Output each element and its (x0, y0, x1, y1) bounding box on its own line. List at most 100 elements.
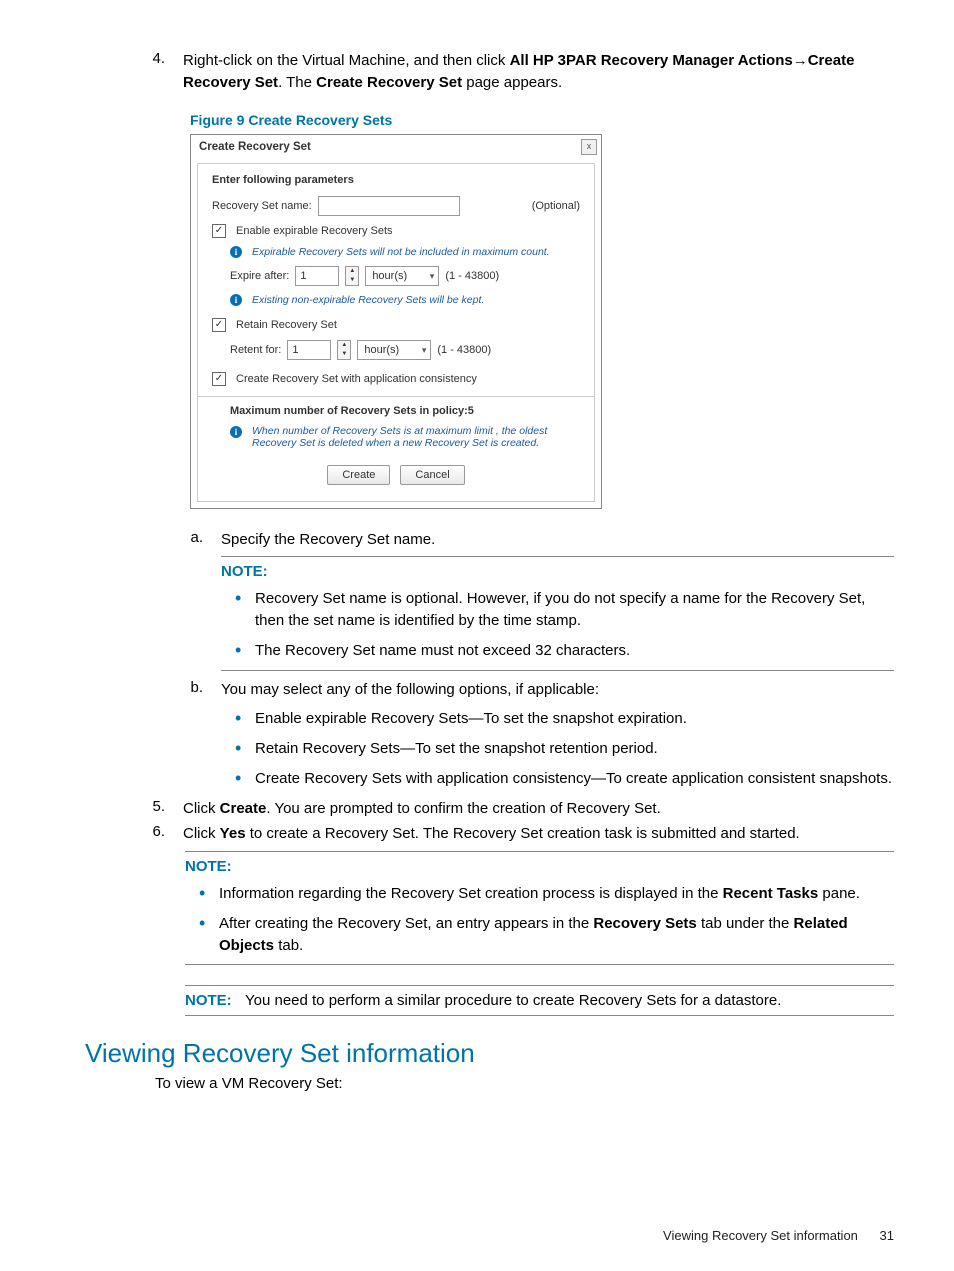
step-5: 5. Click Create. You are prompted to con… (85, 798, 894, 820)
close-icon[interactable]: x (581, 139, 597, 155)
label: Retent for: (230, 344, 281, 356)
cancel-button[interactable]: Cancel (400, 465, 464, 485)
txt: Right-click on the Virtual Machine, and … (183, 52, 510, 69)
txt: tab under the (697, 915, 794, 932)
options-list: Enable expirable Recovery Sets—To set th… (221, 708, 894, 789)
divider (185, 964, 894, 965)
checkbox-enable-expirable[interactable]: ✓ (212, 224, 226, 238)
txt: pane. (818, 885, 860, 902)
note-label: NOTE: (185, 858, 894, 875)
retent-unit-dropdown[interactable]: hour(s) (357, 340, 431, 360)
step-number: 5. (85, 798, 183, 820)
txt: tab. (274, 937, 303, 954)
txt: After creating the Recovery Set, an entr… (219, 915, 593, 932)
note-item: After creating the Recovery Set, an entr… (185, 913, 894, 957)
info-icon: i (230, 426, 242, 438)
row-app-consistency: ✓ Create Recovery Set with application c… (212, 372, 580, 386)
spinner[interactable]: ▲▼ (345, 266, 359, 286)
optional-label: (Optional) (532, 200, 580, 212)
note-item: Information regarding the Recovery Set c… (185, 883, 894, 905)
divider (185, 1015, 894, 1016)
bold: Create Recovery Set (316, 74, 462, 91)
letter: b. (85, 679, 221, 701)
txt: to create a Recovery Set. The Recovery S… (246, 825, 800, 842)
step-number: 4. (85, 50, 183, 94)
bold: Recovery Sets (593, 915, 696, 932)
info-text: When number of Recovery Sets is at maxim… (252, 425, 562, 449)
options-list-wrap: Enable expirable Recovery Sets—To set th… (221, 708, 894, 789)
divider (221, 670, 894, 671)
step-number: 6. (85, 823, 183, 845)
row-expire-after: Expire after: 1 ▲▼ hour(s) (1 - 43800) (230, 266, 580, 286)
label: Retain Recovery Set (236, 319, 337, 331)
note-list: Information regarding the Recovery Set c… (185, 883, 894, 956)
letter: a. (85, 529, 221, 551)
divider (198, 396, 594, 397)
section-heading: Viewing Recovery Set information (85, 1038, 894, 1069)
figure-caption: Figure 9 Create Recovery Sets (190, 112, 894, 128)
divider (185, 851, 894, 852)
checkbox-app-consistency[interactable]: ✓ (212, 372, 226, 386)
substep-a: a. Specify the Recovery Set name. (85, 529, 894, 551)
info-row: i Expirable Recovery Sets will not be in… (230, 246, 580, 258)
text: You may select any of the following opti… (221, 679, 894, 701)
dialog-create-recovery-set: Create Recovery Set x Enter following pa… (190, 134, 602, 509)
txt: Information regarding the Recovery Set c… (219, 885, 723, 902)
dialog-body: Enter following parameters Recovery Set … (197, 163, 595, 502)
range-label: (1 - 43800) (445, 270, 499, 282)
option-item: Retain Recovery Sets—To set the snapshot… (221, 738, 894, 760)
recovery-set-name-input[interactable] (318, 196, 460, 216)
substep-b: b. You may select any of the following o… (85, 679, 894, 701)
bold: All HP 3PAR Recovery Manager Actions (510, 52, 793, 69)
info-row: i When number of Recovery Sets is at max… (230, 425, 580, 449)
label: Expire after: (230, 270, 289, 282)
create-button[interactable]: Create (327, 465, 390, 485)
label: Create Recovery Set with application con… (236, 373, 477, 385)
step-6: 6. Click Yes to create a Recovery Set. T… (85, 823, 894, 845)
step-text: Right-click on the Virtual Machine, and … (183, 50, 894, 94)
expire-value-input[interactable]: 1 (295, 266, 339, 286)
row-enable-expirable: ✓ Enable expirable Recovery Sets (212, 224, 580, 238)
dialog-buttons: Create Cancel (212, 465, 580, 485)
text: Specify the Recovery Set name. (221, 529, 894, 551)
txt: page appears. (462, 74, 562, 91)
note-text: You need to perform a similar procedure … (245, 992, 894, 1009)
bold: Recent Tasks (723, 885, 819, 902)
txt: . The (278, 74, 316, 91)
page-number: 31 (880, 1228, 894, 1243)
checkbox-retain[interactable]: ✓ (212, 318, 226, 332)
max-policy-label: Maximum number of Recovery Sets in polic… (230, 405, 580, 417)
body-paragraph: To view a VM Recovery Set: (155, 1075, 894, 1092)
row-retain: ✓ Retain Recovery Set (212, 318, 580, 332)
txt: . You are prompted to confirm the creati… (266, 800, 660, 817)
info-row: i Existing non-expirable Recovery Sets w… (230, 294, 580, 306)
row-recovery-set-name: Recovery Set name: (Optional) (212, 196, 580, 216)
arrow: → (793, 52, 808, 69)
dialog-title: Create Recovery Set (191, 135, 601, 157)
footer-text: Viewing Recovery Set information (663, 1228, 858, 1243)
page-footer: Viewing Recovery Set information 31 (663, 1228, 894, 1243)
info-icon: i (230, 294, 242, 306)
spinner[interactable]: ▲▼ (337, 340, 351, 360)
info-icon: i (230, 246, 242, 258)
row-retent-for: Retent for: 1▲▼ hour(s) (1 - 43800) (230, 340, 580, 360)
note-item: Recovery Set name is optional. However, … (221, 588, 894, 632)
step-text: Click Yes to create a Recovery Set. The … (183, 823, 894, 845)
note-label: NOTE: (221, 563, 894, 580)
option-item: Create Recovery Sets with application co… (221, 768, 894, 790)
info-text: Expirable Recovery Sets will not be incl… (252, 246, 550, 258)
final-note: NOTE: You need to perform a similar proc… (185, 992, 894, 1009)
divider (185, 985, 894, 986)
step-4: 4. Right-click on the Virtual Machine, a… (85, 50, 894, 94)
bold: Yes (220, 825, 246, 842)
expire-unit-dropdown[interactable]: hour(s) (365, 266, 439, 286)
txt: Click (183, 825, 220, 842)
retent-value-input[interactable]: 1 (287, 340, 331, 360)
option-item: Enable expirable Recovery Sets—To set th… (221, 708, 894, 730)
label: Recovery Set name: (212, 200, 312, 212)
note-block-b: NOTE: Information regarding the Recovery… (185, 851, 894, 965)
divider (221, 556, 894, 557)
note-block-a: NOTE: Recovery Set name is optional. How… (221, 556, 894, 670)
bold: Create (220, 800, 267, 817)
txt: Click (183, 800, 220, 817)
